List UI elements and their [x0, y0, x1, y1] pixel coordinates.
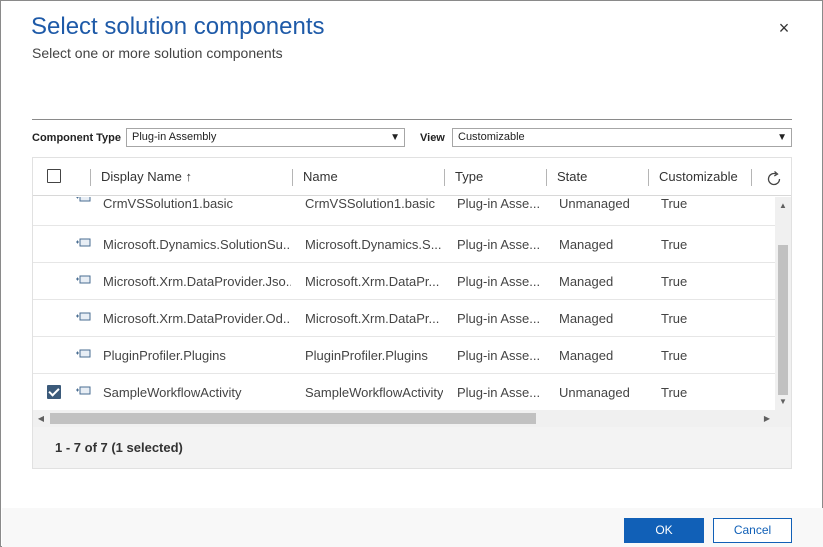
cell-customizable: True	[661, 274, 688, 289]
cell-name: Microsoft.Dynamics.S...	[305, 237, 442, 252]
column-header-type[interactable]: Type	[455, 158, 483, 196]
cell-customizable: True	[661, 311, 688, 326]
cell-display-name: Microsoft.Dynamics.SolutionSu...	[103, 237, 291, 252]
column-header-state[interactable]: State	[557, 158, 587, 196]
record-count: 1 - 7 of 7 (1 selected)	[33, 427, 791, 468]
cell-type: Plug-in Asse...	[457, 197, 541, 211]
scroll-up-icon[interactable]: ▲	[775, 199, 791, 213]
cell-state: Managed	[559, 311, 614, 326]
cell-state: Managed	[559, 348, 614, 363]
column-separator	[648, 169, 649, 186]
chevron-down-icon: ▼	[777, 132, 787, 143]
components-grid: Display Name ↑ Name Type State Customiza…	[32, 157, 792, 469]
table-row[interactable]: Microsoft.Xrm.DataProvider.Jso... Micros…	[33, 263, 775, 300]
plugin-assembly-icon	[76, 197, 91, 202]
table-row[interactable]: CrmVSSolution1.basic CrmVSSolution1.basi…	[33, 197, 775, 226]
cell-display-name: SampleWorkflowActivity	[103, 385, 242, 400]
scrollbar-corner	[775, 410, 791, 427]
column-separator	[444, 169, 445, 186]
cell-state: Unmanaged	[559, 197, 630, 211]
grid-header: Display Name ↑ Name Type State Customiza…	[33, 158, 791, 196]
component-type-select[interactable]: Plug-in Assembly ▼	[126, 128, 405, 147]
column-header-name[interactable]: Name	[303, 158, 338, 196]
plugin-assembly-icon	[76, 349, 91, 358]
component-type-label: Component Type	[32, 132, 122, 144]
cell-type: Plug-in Asse...	[457, 385, 541, 400]
horizontal-scroll-thumb[interactable]	[50, 413, 536, 424]
cell-customizable: True	[661, 237, 688, 252]
vertical-scroll-thumb[interactable]	[778, 245, 788, 395]
cell-customizable: True	[661, 385, 688, 400]
view-select[interactable]: Customizable ▼	[452, 128, 792, 147]
plugin-assembly-icon	[76, 312, 91, 321]
cell-display-name: Microsoft.Xrm.DataProvider.Jso...	[103, 274, 291, 289]
cell-display-name: Microsoft.Xrm.DataProvider.Od...	[103, 311, 291, 326]
scroll-down-icon[interactable]: ▼	[775, 395, 791, 409]
view-label: View	[420, 132, 445, 144]
refresh-icon[interactable]	[765, 170, 783, 188]
select-all-checkbox[interactable]	[47, 169, 61, 183]
cell-type: Plug-in Asse...	[457, 311, 541, 326]
dialog-title: Select solution components	[31, 13, 325, 40]
plugin-assembly-icon	[76, 386, 91, 395]
plugin-assembly-icon	[76, 275, 91, 284]
cell-name: SampleWorkflowActivity	[305, 385, 443, 400]
cell-name: Microsoft.Xrm.DataPr...	[305, 311, 440, 326]
cell-state: Managed	[559, 237, 614, 252]
cell-name: Microsoft.Xrm.DataPr...	[305, 274, 440, 289]
cell-display-name: PluginProfiler.Plugins	[103, 348, 226, 363]
vertical-scrollbar[interactable]: ▲ ▼	[775, 197, 791, 410]
header-divider	[32, 119, 792, 120]
row-checkbox[interactable]	[47, 385, 61, 399]
dialog-subtitle: Select one or more solution components	[32, 45, 283, 61]
table-row[interactable]: PluginProfiler.Plugins PluginProfiler.Pl…	[33, 337, 775, 374]
table-row[interactable]: Microsoft.Xrm.DataProvider.Od... Microso…	[33, 300, 775, 337]
cell-display-name: CrmVSSolution1.basic	[103, 197, 234, 211]
column-separator	[751, 169, 752, 186]
cell-name: CrmVSSolution1.basic	[305, 197, 436, 211]
column-separator	[546, 169, 547, 186]
table-row[interactable]: SampleWorkflowActivity SampleWorkflowAct…	[33, 374, 775, 410]
cell-customizable: True	[661, 197, 688, 211]
column-separator	[292, 169, 293, 186]
column-header-customizable[interactable]: Customizable	[659, 158, 738, 196]
select-components-dialog: Select solution components Select one or…	[0, 0, 823, 547]
plugin-assembly-icon	[76, 238, 91, 247]
cancel-button[interactable]: Cancel	[713, 518, 792, 543]
cell-type: Plug-in Asse...	[457, 274, 541, 289]
close-icon[interactable]: ×	[776, 19, 792, 37]
scroll-left-icon[interactable]: ◀	[33, 410, 49, 427]
grid-rows: CrmVSSolution1.basic CrmVSSolution1.basi…	[33, 197, 775, 410]
cell-name: PluginProfiler.Plugins	[305, 348, 428, 363]
table-row[interactable]: Microsoft.Dynamics.SolutionSu... Microso…	[33, 226, 775, 263]
component-type-value: Plug-in Assembly	[132, 131, 217, 143]
column-separator	[90, 169, 91, 186]
horizontal-scrollbar[interactable]: ◀ ▶	[33, 410, 775, 427]
ok-button[interactable]: OK	[624, 518, 704, 543]
cell-type: Plug-in Asse...	[457, 348, 541, 363]
cell-customizable: True	[661, 348, 688, 363]
cell-state: Managed	[559, 274, 614, 289]
view-value: Customizable	[458, 131, 525, 143]
chevron-down-icon: ▼	[390, 132, 400, 143]
cell-state: Unmanaged	[559, 385, 630, 400]
scroll-right-icon[interactable]: ▶	[759, 410, 775, 427]
column-header-display-name[interactable]: Display Name ↑	[101, 158, 192, 196]
cell-type: Plug-in Asse...	[457, 237, 541, 252]
